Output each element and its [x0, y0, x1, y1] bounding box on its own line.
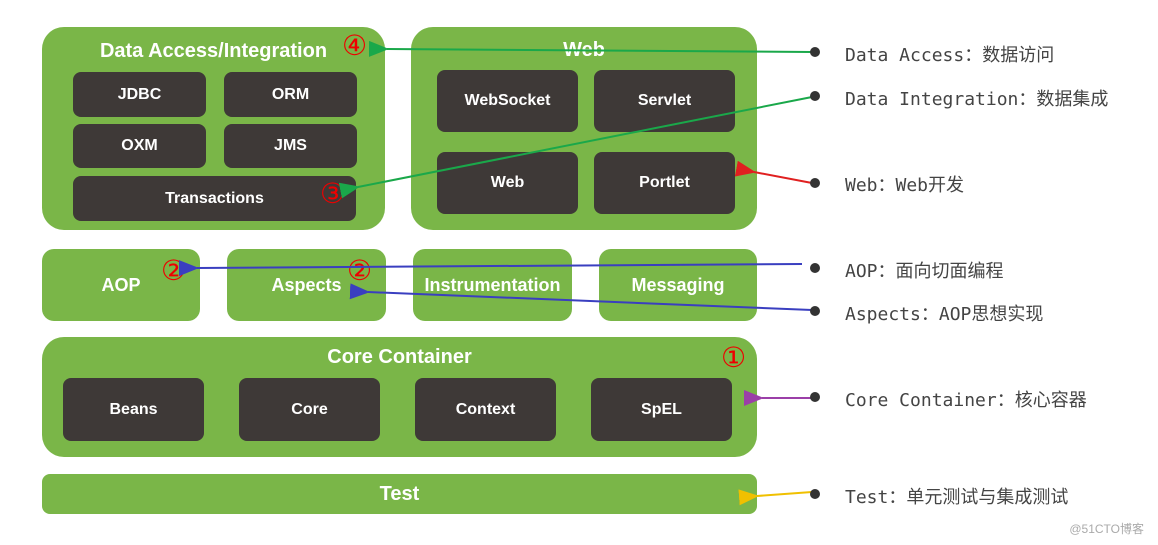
note-data-access: Data Access：数据访问: [845, 45, 1055, 66]
arrow-aspects: [349, 283, 813, 311]
note-test: Test：单元测试与集成测试: [845, 487, 1069, 508]
bullet: [810, 489, 820, 499]
arrow-aop: [178, 260, 803, 277]
note-web: Web：Web开发: [845, 175, 965, 196]
bullet: [810, 91, 820, 101]
note-aop: AOP：面向切面编程: [845, 261, 1004, 282]
bullet: [810, 178, 820, 188]
bullet: [810, 392, 820, 402]
arrow-test: [738, 489, 813, 506]
arrow-data-integration: [338, 96, 813, 199]
arrow-data-access: [368, 40, 813, 57]
note-data-integration: Data Integration：数据集成: [845, 89, 1109, 110]
bullet: [810, 263, 820, 273]
bullet: [810, 47, 820, 57]
arrow-web: [734, 160, 813, 184]
note-core-container: Core Container：核心容器: [845, 390, 1087, 411]
bullet: [810, 306, 820, 316]
note-aspects: Aspects：AOP思想实现: [845, 304, 1044, 325]
watermark: @51CTO博客: [1069, 522, 1144, 536]
spring-architecture-diagram: Data Access/Integration JDBC ORM OXM JMS…: [0, 0, 1158, 545]
